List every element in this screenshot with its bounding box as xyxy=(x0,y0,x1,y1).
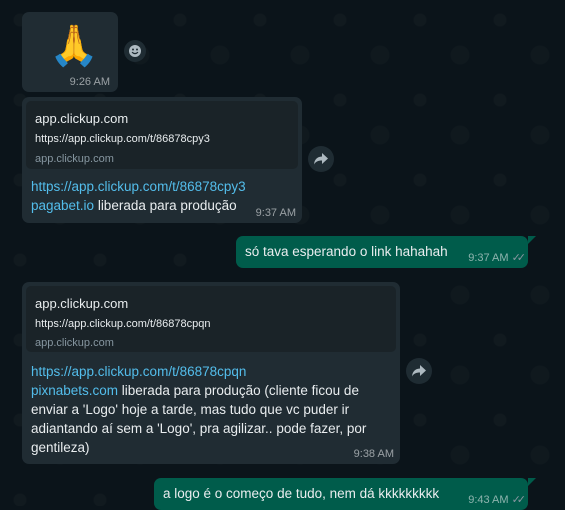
message-bubble-outgoing[interactable]: a logo é o começo de tudo, nem dá kkkkkk… xyxy=(154,478,528,510)
site-link[interactable]: pixnabets.com xyxy=(31,383,118,398)
message-time: 9:26 AM xyxy=(69,76,110,88)
message-time: 9:37 AM xyxy=(255,207,296,219)
link-preview-url: https://app.clickup.com/t/86878cpy3 xyxy=(35,133,210,145)
site-link[interactable]: pagabet.io xyxy=(31,198,94,213)
emoji-message: 🙏 xyxy=(49,24,99,68)
message-time: 9:37 AM ✓✓ xyxy=(468,252,527,264)
link-preview-domain: app.clickup.com xyxy=(35,153,114,165)
message-link[interactable]: https://app.clickup.com/t/86878cpy3 xyxy=(31,179,246,194)
message-text-line: gentileza) xyxy=(31,440,90,455)
forward-icon xyxy=(314,153,328,165)
bubble-tail xyxy=(528,478,536,486)
bubble-tail xyxy=(528,236,536,244)
message-bubble-incoming[interactable]: app.clickup.com https://app.clickup.com/… xyxy=(22,282,400,464)
message-bubble-outgoing[interactable]: só tava esperando o link hahahah 9:37 AM… xyxy=(236,236,528,268)
react-button[interactable] xyxy=(124,40,146,62)
link-preview-domain: app.clickup.com xyxy=(35,337,114,349)
message-time: 9:43 AM ✓✓ xyxy=(468,494,527,506)
link-preview[interactable]: app.clickup.com https://app.clickup.com/… xyxy=(26,286,396,352)
forward-button[interactable] xyxy=(406,358,432,384)
link-preview-url: https://app.clickup.com/t/86878cpqn xyxy=(35,318,211,330)
message-text: liberada para produção xyxy=(94,198,237,213)
link-preview-title: app.clickup.com xyxy=(35,111,129,126)
message-text: só tava esperando o link hahahah xyxy=(245,244,448,259)
smiley-icon xyxy=(129,45,141,57)
message-link[interactable]: https://app.clickup.com/t/86878cpqn xyxy=(31,364,246,379)
link-preview-title: app.clickup.com xyxy=(35,296,129,311)
message-text: a logo é o começo de tudo, nem dá kkkkkk… xyxy=(163,486,440,501)
forward-button[interactable] xyxy=(308,146,334,172)
message-time: 9:38 AM xyxy=(353,448,394,460)
message-bubble-incoming[interactable]: 🙏 9:26 AM xyxy=(22,12,118,92)
link-preview[interactable]: app.clickup.com https://app.clickup.com/… xyxy=(26,101,298,169)
double-check-icon: ✓✓ xyxy=(511,252,527,264)
message-text-line: liberada para produção (cliente ficou de xyxy=(118,383,359,398)
message-text-line: enviar a 'Logo' hoje a tarde, mas tudo q… xyxy=(31,402,350,417)
forward-icon xyxy=(412,365,426,377)
message-bubble-incoming[interactable]: app.clickup.com https://app.clickup.com/… xyxy=(22,97,302,223)
double-check-icon: ✓✓ xyxy=(511,494,527,506)
message-text-line: adiantando aí sem a 'Logo', pra agilizar… xyxy=(31,421,367,436)
